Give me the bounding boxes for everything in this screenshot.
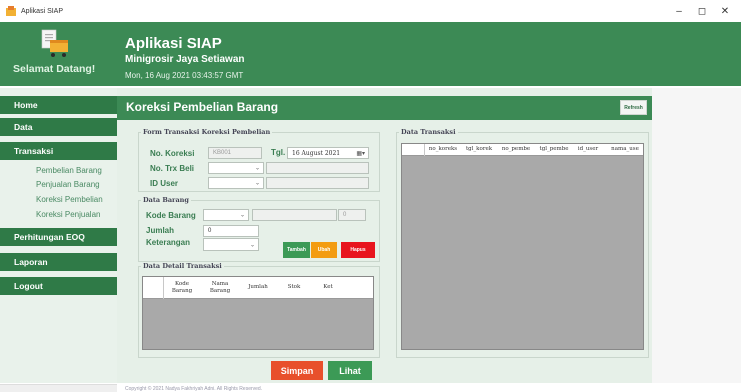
nama-barang-field: [252, 209, 337, 221]
submenu-pembelian-barang[interactable]: Pembelian Barang: [36, 166, 102, 175]
transaksi-grid[interactable]: no_koreks tgl_korek no_pembe tgl_pembe i…: [401, 143, 644, 350]
detail-grid-header: Kode Barang Nama Barang Jumlah Stok Ket: [143, 277, 373, 299]
tambah-button[interactable]: Tambah: [283, 242, 310, 258]
menu-logout[interactable]: Logout: [0, 277, 117, 295]
kode-barang-select[interactable]: ⌄: [203, 209, 249, 221]
ubah-button[interactable]: Ubah: [311, 242, 337, 258]
jumlah-input[interactable]: 0: [203, 225, 259, 237]
app-title: Aplikasi SIAP: [125, 35, 222, 52]
keterangan-label: Keterangan: [146, 238, 191, 247]
page-title: Koreksi Pembelian Barang: [126, 100, 279, 114]
form-transaksi-title: Form Transaksi Koreksi Pembelian: [141, 128, 273, 136]
tgl-datepicker[interactable]: 16 August 2021 ▦▾: [287, 147, 369, 159]
footer-copyright: Copyright © 2021 Nadya Fakhriyah Adni. A…: [125, 386, 263, 392]
tgl-label: Tgl.: [271, 148, 286, 157]
title-bar: Aplikasi SIAP: [0, 0, 741, 22]
calendar-icon[interactable]: ▦▾: [356, 150, 365, 157]
menu-home[interactable]: Home: [0, 96, 117, 114]
detail-grid[interactable]: Kode Barang Nama Barang Jumlah Stok Ket: [142, 276, 374, 350]
col-nama-user[interactable]: nama_use: [607, 146, 643, 153]
column-separator: [424, 144, 425, 156]
submenu-koreksi-penjualan[interactable]: Koreksi Penjualan: [36, 210, 100, 219]
app-icon: [5, 5, 17, 17]
data-barang-title: Data Barang: [141, 196, 191, 204]
chevron-down-icon: ⌄: [239, 212, 245, 219]
no-trx-beli-label: No. Trx Beli: [150, 164, 195, 173]
welcome-text: Selamat Datang!: [13, 63, 96, 75]
col-nama-barang[interactable]: Nama Barang: [203, 281, 237, 295]
store-name: Minigrosir Jaya Setiawan: [125, 54, 245, 65]
chevron-down-icon: ⌄: [254, 165, 260, 172]
right-pane: [652, 88, 741, 383]
menu-perhitungan-eoq[interactable]: Perhitungan EOQ: [0, 228, 117, 246]
refresh-button[interactable]: Refresh: [620, 100, 647, 115]
no-koreksi-field[interactable]: KB001: [208, 147, 262, 159]
chevron-down-icon: ⌄: [254, 180, 260, 187]
menu-data[interactable]: Data: [0, 118, 117, 136]
data-transaksi-title: Data Transaksi: [399, 128, 458, 136]
window-title: Aplikasi SIAP: [21, 7, 64, 15]
col-no-koreksi[interactable]: no_koreks: [426, 146, 460, 153]
id-user-select[interactable]: ⌄: [208, 177, 264, 189]
lihat-button[interactable]: Lihat: [328, 361, 372, 380]
no-trx-beli-select[interactable]: ⌄: [208, 162, 264, 174]
keterangan-select[interactable]: ⌄: [203, 238, 259, 251]
col-stok[interactable]: Stok: [279, 284, 309, 291]
col-tgl-pembelian[interactable]: tgl_pembe: [536, 146, 572, 153]
col-tgl-koreksi[interactable]: tgl_korek: [462, 146, 496, 153]
menu-transaksi[interactable]: Transaksi: [0, 142, 117, 160]
col-kode-barang[interactable]: Kode Barang: [165, 281, 199, 295]
submenu-koreksi-pembelian[interactable]: Koreksi Pembelian: [36, 195, 103, 204]
col-ket[interactable]: Ket: [313, 284, 343, 291]
detail-transaksi-title: Data Detail Transaksi: [141, 262, 224, 270]
tgl-value: 16 August 2021: [292, 149, 341, 157]
close-button[interactable]: ✕: [714, 0, 736, 22]
kode-barang-label: Kode Barang: [146, 211, 196, 220]
app-window: Aplikasi SIAP – ◻ ✕ Selamat Datang! Apli…: [0, 0, 741, 392]
col-no-pembelian[interactable]: no_pembe: [498, 146, 534, 153]
transaksi-grid-header: no_koreks tgl_korek no_pembe tgl_pembe i…: [402, 144, 643, 156]
jumlah-label: Jumlah: [146, 226, 175, 235]
maximize-button[interactable]: ◻: [691, 0, 713, 22]
horizontal-scrollbar[interactable]: [0, 384, 117, 392]
no-trx-beli-info: [266, 162, 369, 174]
column-separator: [163, 277, 164, 299]
simpan-button[interactable]: Simpan: [271, 361, 323, 380]
chevron-down-icon: ⌄: [249, 242, 255, 248]
datetime-text: Mon, 16 Aug 2021 03:43:57 GMT: [125, 71, 244, 80]
submenu-penjualan-barang[interactable]: Penjualan Barang: [36, 180, 100, 189]
cart-logo-icon: [38, 28, 72, 58]
app-header: [0, 22, 741, 86]
hapus-button[interactable]: Hapus: [341, 242, 375, 258]
id-user-label: ID User: [150, 179, 179, 188]
col-id-user[interactable]: id_user: [574, 146, 602, 153]
col-jumlah[interactable]: Jumlah: [241, 284, 275, 291]
id-user-info: [266, 177, 369, 189]
no-koreksi-label: No. Koreksi: [150, 149, 195, 158]
stok-field: 0: [338, 209, 366, 221]
menu-laporan[interactable]: Laporan: [0, 253, 117, 271]
minimize-button[interactable]: –: [668, 0, 690, 22]
